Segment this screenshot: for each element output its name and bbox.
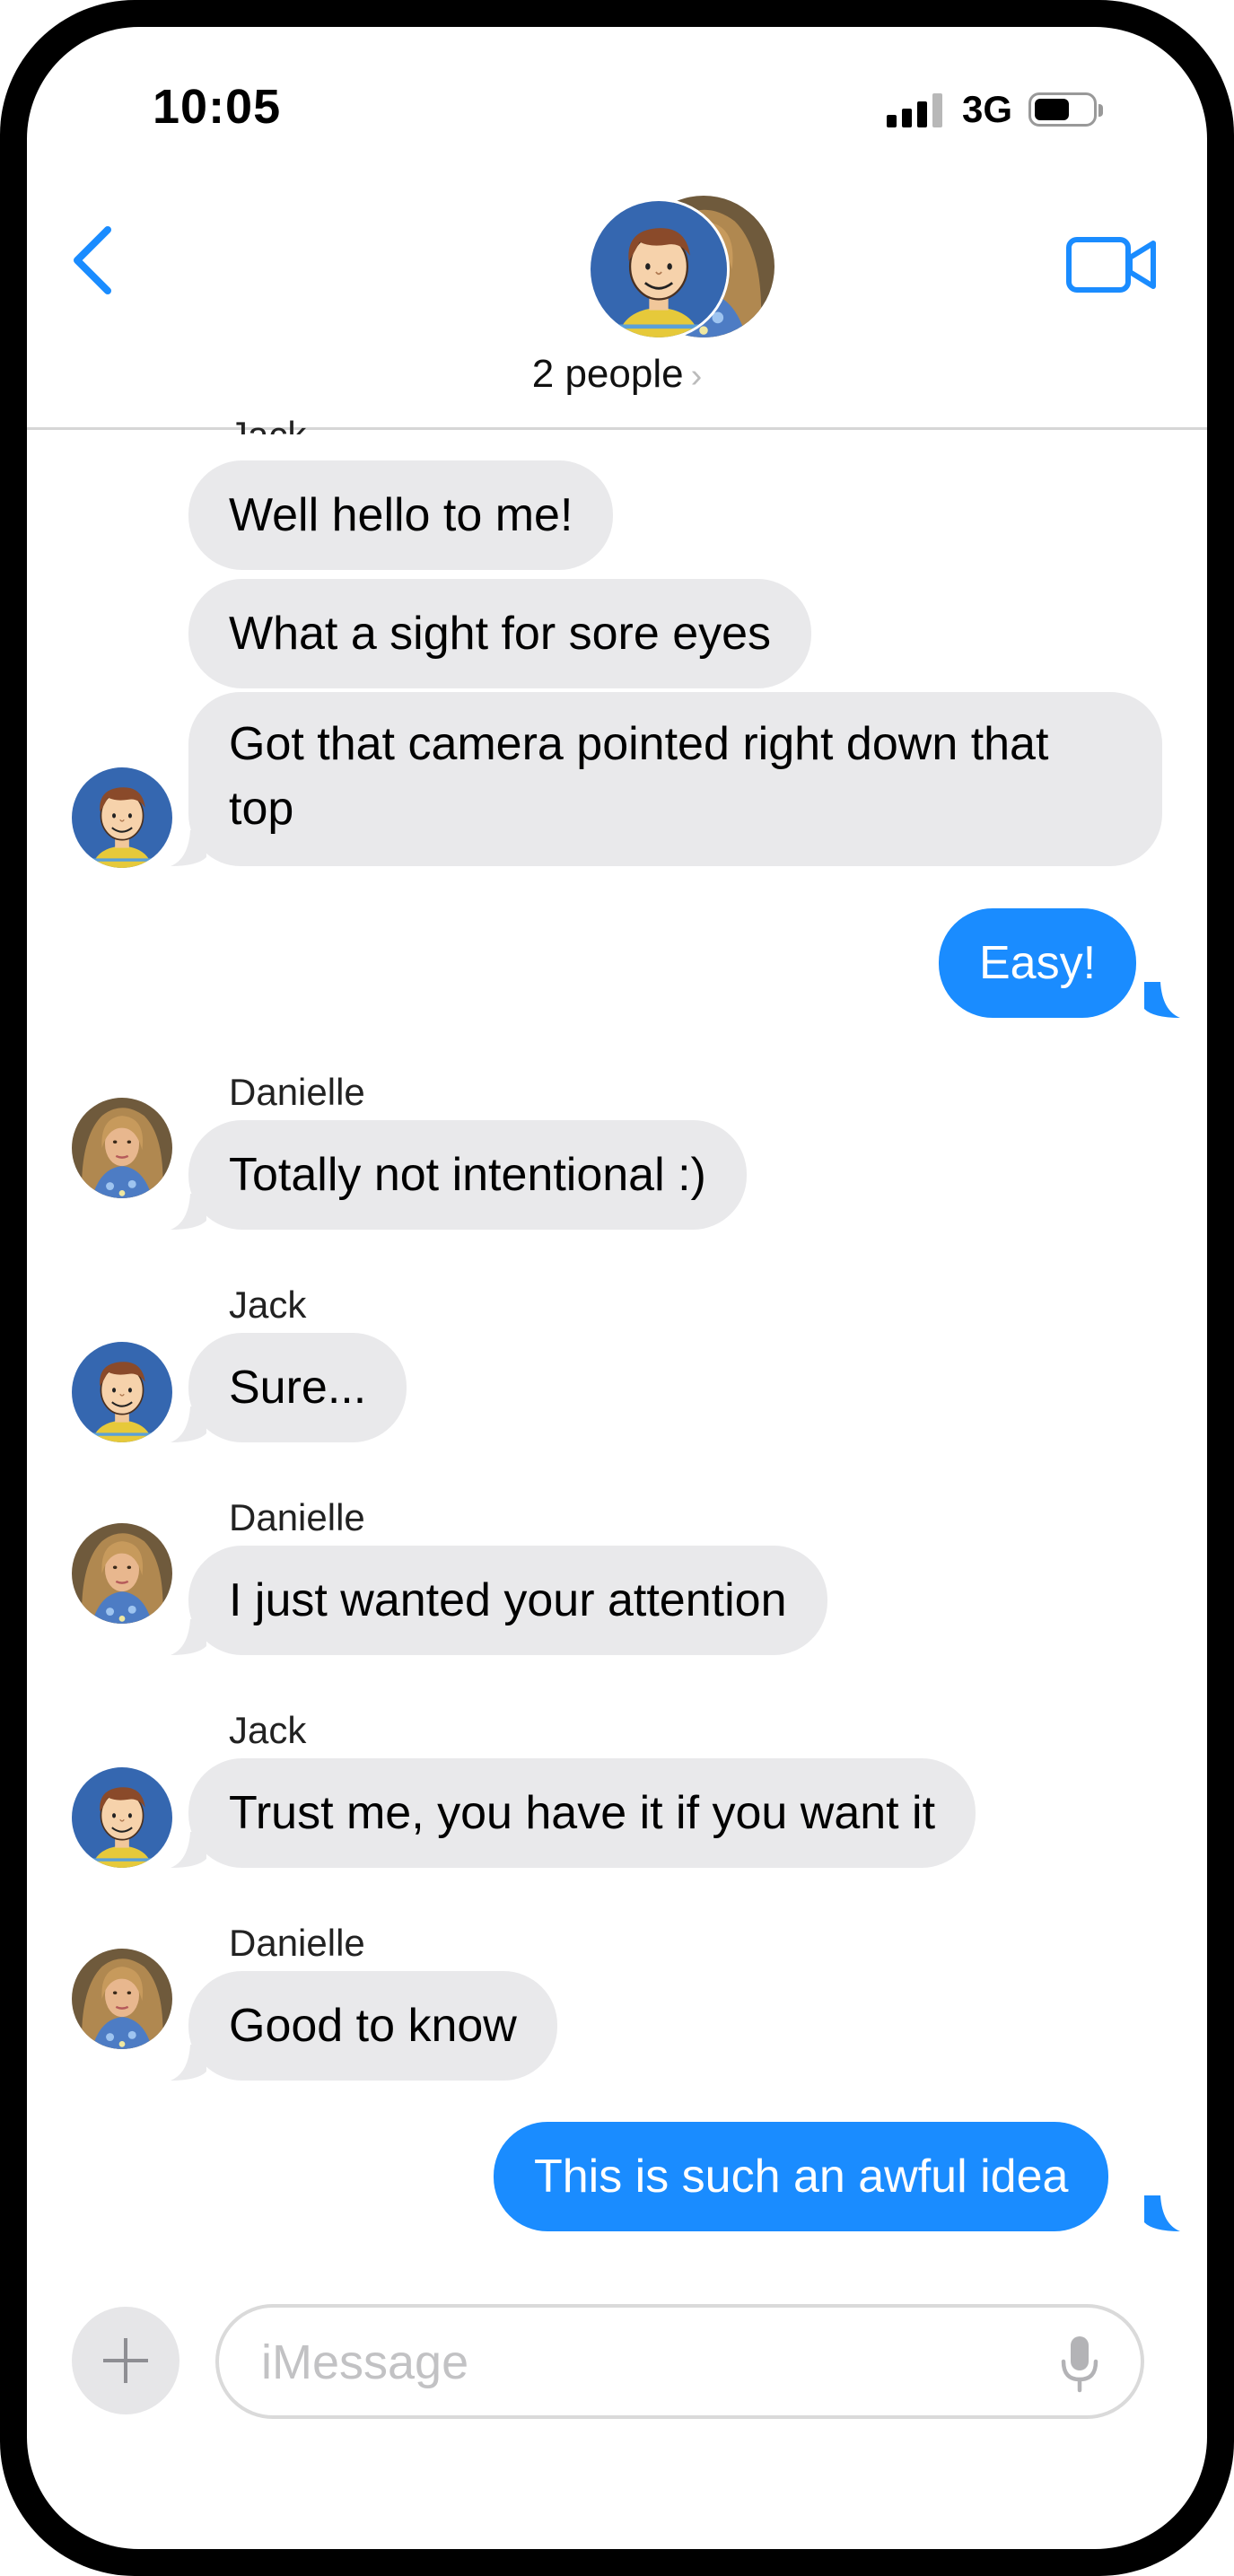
network-type: 3G (962, 88, 1013, 130)
sender-name: Jack (229, 416, 306, 434)
sender-name: Danielle (229, 1071, 365, 1113)
message-text: Sure... (229, 1362, 367, 1414)
message-bubble[interactable]: What a sight for sore eyes (188, 579, 812, 688)
bubble-tail (1144, 982, 1180, 1018)
phone-frame: 10:05 3G 2 people › Well hello to me! Wh… (0, 0, 1234, 2576)
back-button[interactable] (63, 215, 126, 305)
message-bubble[interactable]: Trust me, you have it if you want it (188, 1758, 976, 1868)
message-text: Trust me, you have it if you want it (229, 1787, 936, 1839)
message-text: Good to know (229, 2000, 517, 2052)
video-camera-icon (1066, 237, 1156, 293)
message-bubble[interactable]: Well hello to me! (188, 460, 614, 570)
conversation-title[interactable]: 2 people › (27, 352, 1207, 397)
chevron-right-icon: › (690, 357, 703, 395)
avatar-danielle (72, 1949, 172, 2049)
avatar-jack-header (588, 198, 730, 340)
sender-name: Danielle (229, 1922, 365, 1964)
message-text: Got that camera pointed right down that t… (229, 712, 1048, 841)
status-time: 10:05 (153, 80, 282, 134)
bubble-tail (171, 1619, 206, 1655)
message-text: Easy! (979, 937, 1097, 989)
message-bubble-sent[interactable]: This is such an awful idea (494, 2122, 1109, 2231)
messages-screen: 10:05 3G 2 people › Well hello to me! Wh… (27, 27, 1207, 2549)
message-bubble-sent[interactable]: Easy! (939, 908, 1137, 1018)
message-bubble[interactable]: Good to know (188, 1971, 557, 2081)
message-bubble[interactable]: I just wanted your attention (188, 1546, 827, 1655)
avatar-jack (72, 767, 172, 868)
bubble-tail (1144, 2195, 1180, 2231)
message-text: Well hello to me! (229, 489, 573, 541)
bubble-tail (171, 1832, 206, 1868)
message-text: This is such an awful idea (534, 2151, 1069, 2203)
battery-fill (1035, 99, 1070, 120)
microphone-icon[interactable] (1059, 2335, 1100, 2394)
message-input[interactable] (259, 2327, 1017, 2397)
sender-name: Jack (229, 1709, 307, 1751)
avatar-danielle (72, 1523, 172, 1624)
bubble-tail (171, 1406, 206, 1442)
message-bubble[interactable]: Sure... (188, 1333, 407, 1442)
message-text: I just wanted your attention (229, 1574, 787, 1626)
message-input-field[interactable] (215, 2304, 1144, 2419)
group-avatar[interactable] (588, 196, 776, 340)
sender-name: Jack (229, 1284, 307, 1326)
video-call-button[interactable] (1063, 229, 1162, 301)
bubble-tail (171, 830, 206, 866)
avatar-jack (72, 1767, 172, 1868)
status-indicators: 3G (887, 88, 1104, 131)
message-bubble[interactable]: Totally not intentional :) (188, 1120, 747, 1230)
bubble-tail (171, 2045, 206, 2081)
message-text-line: Got that camera pointed right down that (229, 718, 1049, 770)
message-text: What a sight for sore eyes (229, 608, 772, 660)
chevron-left-icon (74, 226, 111, 294)
cellular-signal-icon (887, 92, 942, 127)
message-text-line: top (229, 783, 294, 835)
message-text: Totally not intentional :) (229, 1149, 706, 1201)
header-divider (27, 427, 1207, 430)
battery-icon (1028, 92, 1104, 127)
apps-plus-button[interactable] (72, 2307, 179, 2414)
bubble-tail (171, 1194, 206, 1230)
avatar-jack (72, 1342, 172, 1442)
message-bubble[interactable]: Got that camera pointed right down that t… (188, 692, 1162, 866)
people-count: 2 people (531, 352, 684, 396)
avatar-danielle (72, 1098, 172, 1198)
sender-name: Danielle (229, 1496, 365, 1538)
